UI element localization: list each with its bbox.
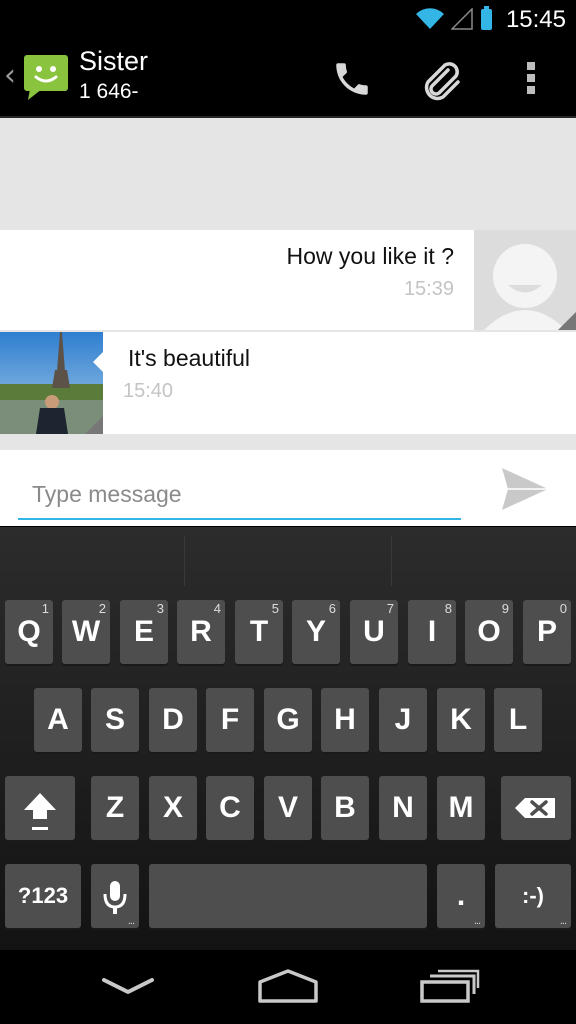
- key-w[interactable]: W2: [62, 600, 110, 664]
- home-icon[interactable]: [256, 968, 320, 1004]
- key-p[interactable]: P0: [523, 600, 571, 664]
- key-b[interactable]: B: [321, 776, 369, 840]
- key-g[interactable]: G: [264, 688, 312, 752]
- space-key[interactable]: [149, 864, 427, 928]
- suggestion-divider: [391, 536, 392, 586]
- default-avatar-icon: [474, 230, 576, 330]
- key-x[interactable]: X: [149, 776, 197, 840]
- symbols-key[interactable]: ?123: [5, 864, 81, 928]
- key-q[interactable]: Q1: [5, 600, 53, 664]
- send-icon[interactable]: [496, 462, 552, 516]
- key-r[interactable]: R4: [177, 600, 225, 664]
- key-j[interactable]: J: [379, 688, 427, 752]
- bubble-tail: [93, 352, 103, 372]
- delete-key[interactable]: [501, 776, 571, 840]
- message-text: How you like it ?: [286, 243, 454, 269]
- default-avatar[interactable]: [474, 230, 576, 330]
- key-f[interactable]: F: [206, 688, 254, 752]
- phone-icon[interactable]: [331, 58, 373, 100]
- suggestion-divider: [184, 536, 185, 586]
- key-s[interactable]: S: [91, 688, 139, 752]
- back-chevron-icon[interactable]: ‹: [4, 58, 16, 93]
- message-incoming[interactable]: It's beautiful 15:40: [103, 332, 576, 434]
- key-n[interactable]: N: [379, 776, 427, 840]
- contact-photo-image: [0, 332, 103, 434]
- contact-number: 1 646-: [79, 80, 139, 103]
- key-i[interactable]: I8: [408, 600, 456, 664]
- message-input[interactable]: [18, 470, 461, 520]
- message-time: 15:40: [123, 380, 174, 402]
- key-e[interactable]: E3: [120, 600, 168, 664]
- emoticon-key[interactable]: :-)...: [495, 864, 571, 928]
- key-u[interactable]: U7: [350, 600, 398, 664]
- key-z[interactable]: Z: [91, 776, 139, 840]
- message-time: 15:39: [403, 278, 454, 300]
- key-v[interactable]: V: [264, 776, 312, 840]
- shift-icon: [24, 793, 56, 830]
- key-m[interactable]: M: [437, 776, 485, 840]
- attach-icon[interactable]: [418, 56, 464, 102]
- status-time: 15:45: [505, 6, 566, 33]
- recent-apps-icon[interactable]: [418, 968, 480, 1004]
- shift-key[interactable]: [5, 776, 75, 840]
- wifi-icon: [416, 8, 444, 30]
- key-d[interactable]: D: [149, 688, 197, 752]
- key-t[interactable]: T5: [235, 600, 283, 664]
- messaging-app-icon[interactable]: [22, 53, 70, 101]
- backspace-icon: [515, 798, 555, 818]
- signal-icon: [451, 8, 473, 30]
- message-outgoing[interactable]: How you like it ? 15:39: [0, 230, 474, 330]
- key-l[interactable]: L: [494, 688, 542, 752]
- contact-name: Sister: [79, 46, 149, 76]
- key-c[interactable]: C: [206, 776, 254, 840]
- key-y[interactable]: Y6: [292, 600, 340, 664]
- key-h[interactable]: H: [321, 688, 369, 752]
- key-o[interactable]: O9: [465, 600, 513, 664]
- back-icon[interactable]: [100, 974, 156, 1000]
- key-k[interactable]: K: [437, 688, 485, 752]
- battery-icon: [481, 6, 492, 30]
- period-key[interactable]: ....: [437, 864, 485, 928]
- key-a[interactable]: A: [34, 688, 82, 752]
- contact-photo[interactable]: [0, 332, 103, 434]
- message-text: It's beautiful: [128, 345, 251, 371]
- overflow-menu-icon[interactable]: [525, 60, 537, 96]
- voice-input-key[interactable]: ...: [91, 864, 139, 928]
